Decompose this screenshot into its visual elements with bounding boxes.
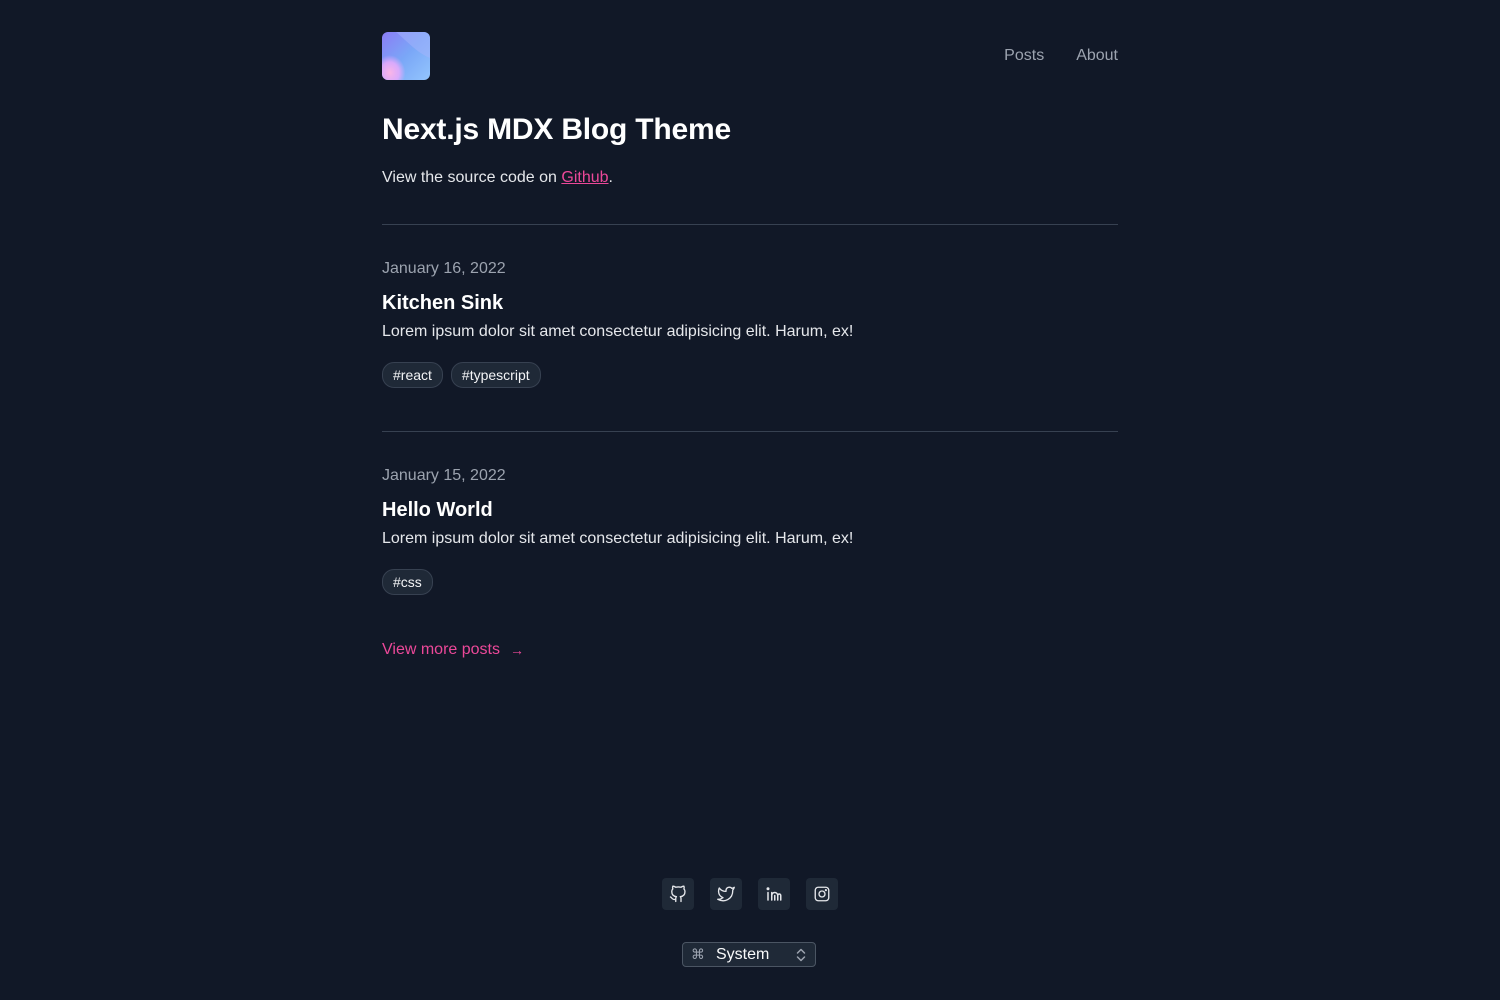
page-subtitle: View the source code on Github. bbox=[382, 167, 613, 189]
nav-link-about[interactable]: About bbox=[1076, 45, 1118, 67]
arrow-right-icon: → bbox=[509, 642, 524, 658]
linkedin-icon[interactable] bbox=[758, 878, 790, 910]
tag-css[interactable]: #css bbox=[382, 569, 433, 595]
subtitle-text: View the source code on bbox=[382, 169, 562, 186]
view-more-posts-link[interactable]: View more posts → bbox=[382, 639, 524, 661]
page-title: Next.js MDX Blog Theme bbox=[382, 113, 731, 146]
site-header: Posts About bbox=[382, 0, 1118, 112]
post-date: January 15, 2022 bbox=[382, 467, 506, 484]
logo-gradient-icon bbox=[382, 32, 430, 80]
theme-select[interactable]: ⌘ System bbox=[682, 942, 816, 967]
social-links bbox=[662, 878, 838, 910]
main-container: Posts About Next.js MDX Blog Theme View … bbox=[382, 0, 1118, 658]
post-excerpt: Lorem ipsum dolor sit amet consectetur a… bbox=[382, 323, 854, 340]
github-icon[interactable] bbox=[662, 878, 694, 910]
chevron-up-down-icon bbox=[796, 948, 806, 962]
view-more-label: View more posts bbox=[382, 641, 500, 658]
instagram-icon[interactable] bbox=[806, 878, 838, 910]
main-nav: Posts About bbox=[1004, 45, 1118, 67]
divider bbox=[382, 431, 1118, 432]
post-tags: #css bbox=[382, 569, 433, 595]
command-icon: ⌘ bbox=[691, 946, 705, 962]
post-tags: #react #typescript bbox=[382, 362, 541, 388]
tag-typescript[interactable]: #typescript bbox=[450, 362, 541, 388]
post-title-link[interactable]: Kitchen Sink bbox=[382, 289, 503, 317]
post-date: January 16, 2022 bbox=[382, 260, 506, 277]
page: Posts About Next.js MDX Blog Theme View … bbox=[0, 0, 1500, 1000]
post-title-link[interactable]: Hello World bbox=[382, 496, 493, 524]
twitter-icon[interactable] bbox=[710, 878, 742, 910]
divider bbox=[382, 224, 1118, 225]
nav-link-posts[interactable]: Posts bbox=[1004, 45, 1044, 67]
tag-react[interactable]: #react bbox=[382, 362, 443, 388]
site-logo[interactable] bbox=[382, 32, 430, 80]
theme-select-value: System bbox=[716, 945, 770, 963]
github-link[interactable]: Github bbox=[561, 169, 608, 186]
post-excerpt: Lorem ipsum dolor sit amet consectetur a… bbox=[382, 530, 854, 547]
subtitle-period: . bbox=[608, 169, 613, 186]
